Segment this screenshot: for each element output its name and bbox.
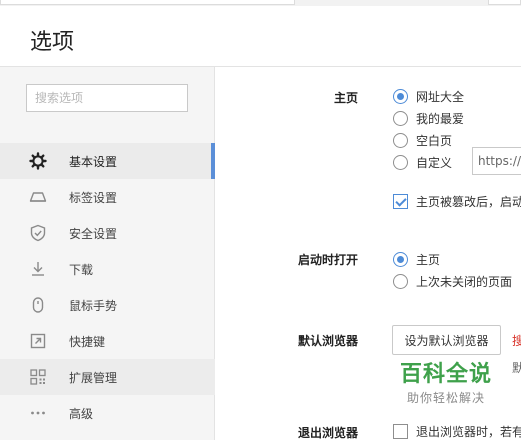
watermark-subtitle: 助你轻松解决 [406,391,485,405]
homepage-option-url-directory[interactable]: 网址大全 [393,88,464,105]
homepage-section-label: 主页 [333,91,358,105]
sidebar: 基本设置 标签设置 安全设置 下载 [0,67,215,440]
option-label: 主页被篡改后，启动 [416,195,521,209]
option-label: 上次未关闭的页面 [416,275,513,289]
settings-content: 主页 网址大全 我的最爱 空白页 自定义 主页被篡改后，启动 启动时打开 主页 [216,67,521,440]
shield-check-icon [30,224,46,242]
set-default-browser-button[interactable]: 设为默认浏览器 [392,325,501,355]
startup-section-label: 启动时打开 [297,253,358,267]
checkbox[interactable] [393,194,408,209]
default-browser-section-label: 默认浏览器 [297,334,358,348]
custom-url-input[interactable] [473,148,521,174]
sidebar-item-advanced[interactable]: 高级 [0,395,215,431]
sidebar-item-extensions[interactable]: 扩展管理 [0,359,215,395]
homepage-protect-option[interactable]: 主页被篡改后，启动 [393,193,521,210]
startup-option-last-session[interactable]: 上次未关闭的页面 [393,273,512,290]
shortcut-icon [30,333,46,349]
homepage-option-favorites[interactable]: 我的最爱 [393,110,464,127]
radio-button[interactable] [393,274,408,289]
gear-icon [29,152,47,170]
search-box[interactable] [26,84,188,112]
sidebar-item-label: 高级 [69,407,94,421]
options-window: 选项 基本设置 标签设置 [0,0,521,440]
sidebar-item-label: 快捷键 [69,335,106,349]
page-title: 选项 [30,30,75,55]
custom-url-field[interactable] [472,147,521,175]
sidebar-item-label: 鼠标手势 [69,299,118,313]
sidebar-item-download[interactable]: 下载 [0,251,215,287]
radio-button[interactable] [393,252,408,267]
option-label: 空白页 [416,134,453,148]
radio-button[interactable] [393,155,408,170]
sidebar-item-label: 扩展管理 [69,371,118,385]
sidebar-item-tab-settings[interactable]: 标签设置 [0,179,215,215]
sidebar-item-label: 安全设置 [69,227,118,241]
sidebar-item-mouse-gesture[interactable]: 鼠标手势 [0,287,215,323]
tab-icon [29,192,47,202]
browser-tab[interactable] [0,0,295,5]
homepage-option-custom[interactable]: 自定义 [393,154,452,171]
mouse-icon [32,297,44,313]
watermark: 百科全说 助你轻松解决 [380,360,512,410]
download-icon [32,262,44,276]
sidebar-item-label: 下载 [69,263,94,277]
sidebar-item-label: 标签设置 [69,191,118,205]
sidebar-item-security-settings[interactable]: 安全设置 [0,215,215,251]
radio-button[interactable] [393,133,408,148]
startup-option-homepage[interactable]: 主页 [393,251,440,268]
radio-button[interactable] [393,111,408,126]
radio-button[interactable] [393,89,408,104]
exit-section-label: 退出浏览器 [297,426,358,440]
checkbox[interactable] [393,424,408,439]
more-dots-icon [31,411,45,415]
watermark-title: 百科全说 [399,362,492,387]
default-browser-warning: 搜 [512,334,521,348]
option-label: 退出浏览器时，若有 [416,425,521,439]
exit-browser-option[interactable]: 退出浏览器时，若有 [393,423,521,440]
sidebar-item-shortcuts[interactable]: 快捷键 [0,323,215,359]
option-label: 自定义 [416,156,453,170]
browser-tab[interactable] [488,0,521,5]
sidebar-item-label: 基本设置 [69,155,118,169]
search-input[interactable] [27,85,187,111]
homepage-option-blank[interactable]: 空白页 [393,132,452,149]
extensions-icon [30,369,46,385]
option-label: 网址大全 [416,90,465,104]
sidebar-item-basic-settings[interactable]: 基本设置 [0,143,215,179]
option-label: 我的最爱 [416,112,465,126]
page-header: 选项 [0,6,521,67]
option-label: 主页 [416,253,441,267]
